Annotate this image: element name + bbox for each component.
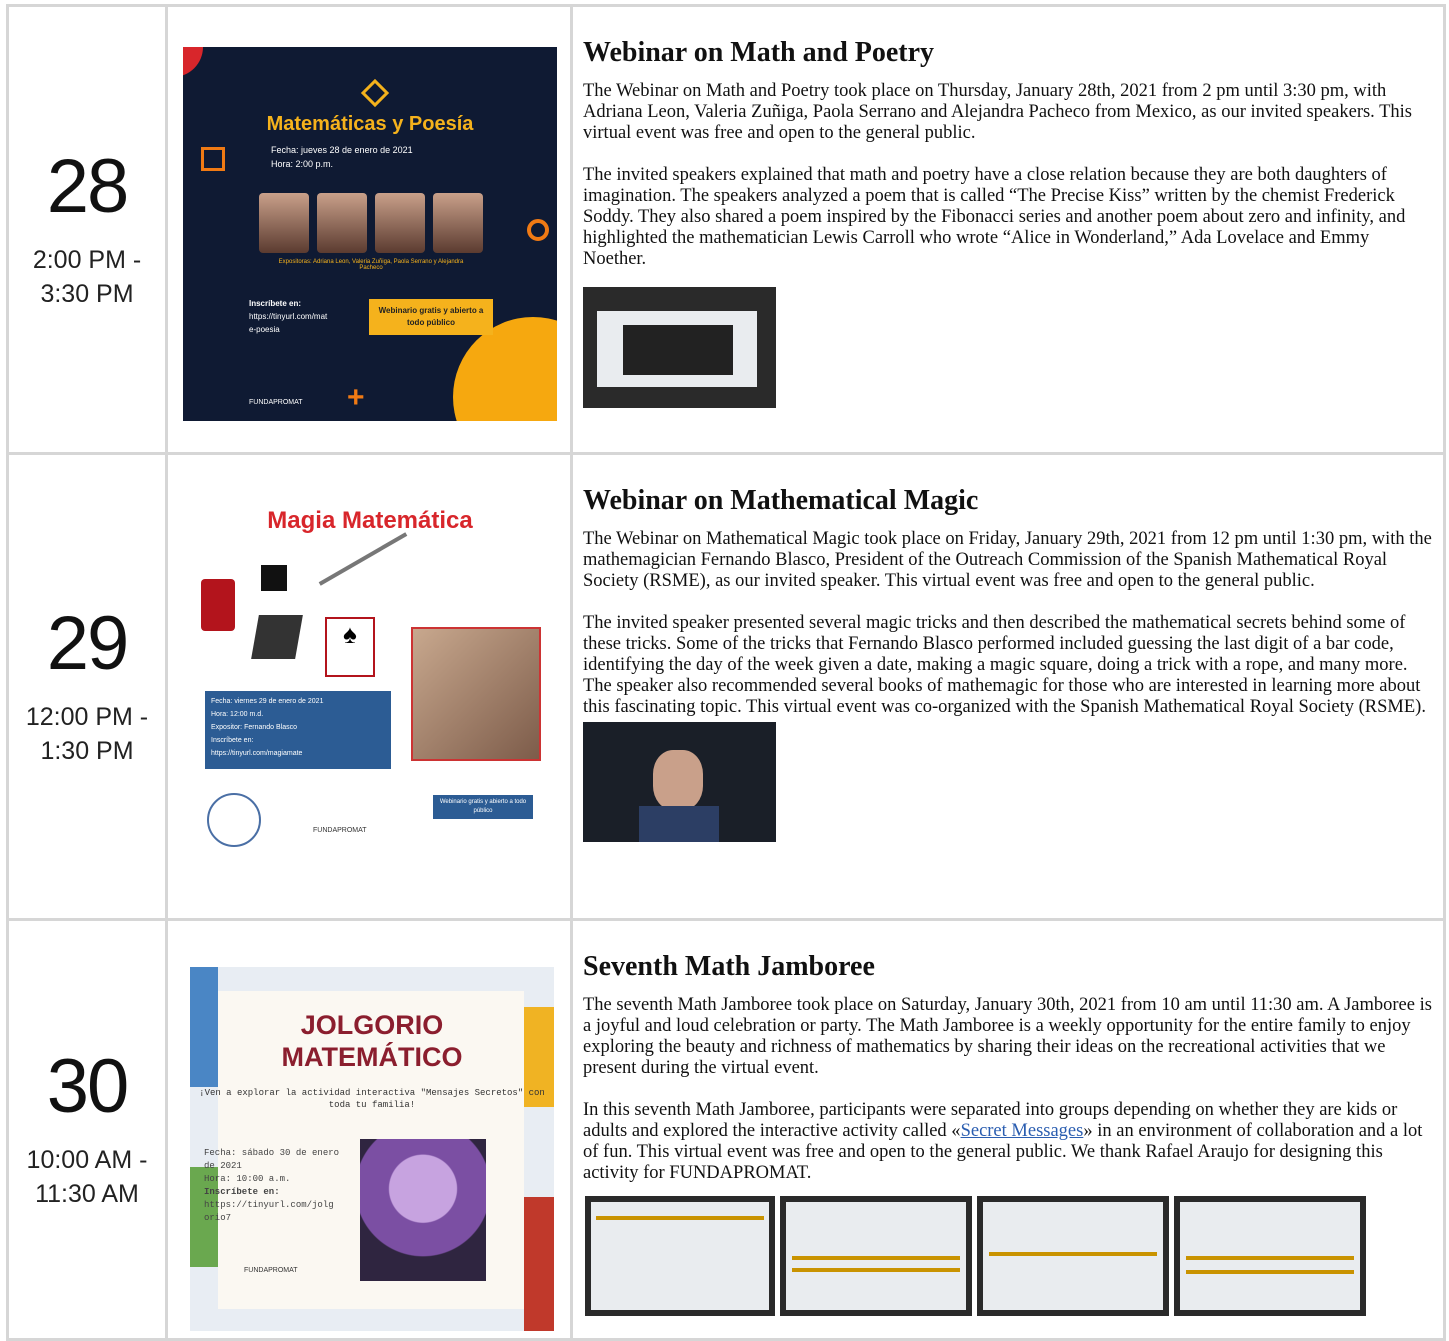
event-paragraph: The Webinar on Mathematical Magic took p…	[583, 529, 1432, 591]
speaker-photo	[411, 627, 541, 761]
description-cell: Webinar on Math and Poetry The Webinar o…	[570, 4, 1446, 455]
hat-icon	[261, 565, 287, 591]
speaker-photo	[433, 193, 483, 253]
event-paragraph: The invited speaker presented several ma…	[583, 613, 1426, 717]
event-row: 30 10:00 AM - 11:30 AM JOLGORIO MATEMÁTI…	[6, 918, 1446, 1341]
org-logo: FUNDAPROMAT	[249, 399, 303, 406]
thumbnail-strip	[583, 287, 1435, 409]
event-photo-thumbnail[interactable]	[585, 1196, 775, 1316]
event-paragraph: The Webinar on Math and Poetry took plac…	[583, 81, 1412, 143]
event-time: 2:00 PM - 3:30 PM	[32, 245, 142, 308]
top-hat-icon	[201, 579, 235, 631]
speaker-photo	[259, 193, 309, 253]
event-time: 12:00 PM - 1:30 PM	[25, 702, 149, 765]
event-flyer-image[interactable]: Magia Matemática ♠ Fecha: viernes 29 de …	[183, 485, 557, 859]
thumbnail-strip	[583, 722, 1435, 842]
flyer-badge: Webinario gratis y abierto a todo públic…	[433, 795, 533, 819]
speaker-photo	[317, 193, 367, 253]
event-photo-thumbnail[interactable]	[583, 287, 776, 408]
event-paragraph: In this seventh Math Jamboree, participa…	[583, 1100, 1423, 1183]
diamond-icon	[360, 78, 390, 108]
thumbnail-strip	[583, 1196, 1435, 1318]
illustration	[360, 1139, 486, 1281]
event-title: Webinar on Mathematical Magic	[583, 485, 979, 516]
flyer-date: Fecha: jueves 28 de enero de 2021	[271, 145, 413, 155]
flyer-details: Fecha: viernes 29 de enero de 2021 Hora:…	[205, 691, 391, 769]
day-number: 30	[46, 1043, 130, 1129]
event-paragraph: The seventh Math Jamboree took place on …	[583, 995, 1432, 1078]
event-photo-thumbnail[interactable]	[1174, 1196, 1366, 1316]
cards-icon: ♠	[325, 617, 375, 677]
speaker-photos	[259, 193, 483, 253]
cane-icon	[318, 532, 408, 586]
box-icon	[251, 615, 303, 659]
square-icon	[201, 147, 225, 171]
day-number: 28	[46, 143, 130, 229]
plus-icon: +	[347, 381, 365, 414]
event-time: 10:00 AM - 11:30 AM	[26, 1145, 148, 1208]
flyer-speakers: Expositoras: Adriana Leon, Valeria Zuñig…	[278, 259, 464, 271]
flyer-decoration	[183, 47, 203, 77]
date-cell: 29 12:00 PM - 1:30 PM	[6, 452, 168, 921]
events-table: 28 2:00 PM - 3:30 PM + Matemáticas y Poe…	[6, 4, 1446, 1341]
event-row: 29 12:00 PM - 1:30 PM Magia Matemática ♠…	[6, 452, 1446, 921]
flyer-cell: JOLGORIO MATEMÁTICO ¡Ven a explorar la a…	[165, 918, 573, 1341]
event-photo-thumbnail[interactable]	[583, 722, 776, 842]
day-number: 29	[46, 600, 130, 686]
date-cell: 30 10:00 AM - 11:30 AM	[6, 918, 168, 1341]
flyer-title: JOLGORIO MATEMÁTICO	[281, 1010, 463, 1072]
event-photo-thumbnail[interactable]	[780, 1196, 972, 1316]
event-flyer-image[interactable]: JOLGORIO MATEMÁTICO ¡Ven a explorar la a…	[190, 967, 554, 1331]
secret-messages-link[interactable]: Secret Messages	[961, 1121, 1084, 1141]
flyer-title: Magia Matemática	[267, 507, 473, 534]
flyer-decoration	[524, 1197, 554, 1331]
event-photo-thumbnail[interactable]	[977, 1196, 1169, 1316]
flyer-register: Inscríbete en: https://tinyurl.com/mate-…	[249, 299, 328, 334]
flyer-details: Fecha: sábado 30 de enero de 2021 Hora: …	[204, 1148, 340, 1223]
org-logo: FUNDAPROMAT	[244, 1267, 298, 1274]
description-cell: Seventh Math Jamboree The seventh Math J…	[570, 918, 1446, 1341]
flyer-cell: Magia Matemática ♠ Fecha: viernes 29 de …	[165, 452, 573, 921]
event-row: 28 2:00 PM - 3:30 PM + Matemáticas y Poe…	[6, 4, 1446, 455]
speaker-photo	[375, 193, 425, 253]
flyer-title: Matemáticas y Poesía	[266, 113, 474, 135]
description-cell: Webinar on Mathematical Magic The Webina…	[570, 452, 1446, 921]
flyer-badge: Webinario gratis y abierto a todo públic…	[369, 299, 493, 335]
event-flyer-image[interactable]: + Matemáticas y Poesía Fecha: jueves 28 …	[183, 47, 557, 421]
flyer-cell: + Matemáticas y Poesía Fecha: jueves 28 …	[165, 4, 573, 455]
event-title: Seventh Math Jamboree	[583, 951, 875, 982]
event-title: Webinar on Math and Poetry	[583, 37, 935, 68]
date-cell: 28 2:00 PM - 3:30 PM	[6, 4, 168, 455]
org-logo: FUNDAPROMAT	[313, 827, 367, 834]
flyer-subtitle: ¡Ven a explorar la actividad interactiva…	[199, 1088, 545, 1110]
flyer-time: Hora: 2:00 p.m.	[271, 159, 334, 169]
circle-icon	[527, 219, 549, 241]
rsme-seal-icon	[207, 793, 261, 847]
event-paragraph: The invited speakers explained that math…	[583, 165, 1406, 269]
